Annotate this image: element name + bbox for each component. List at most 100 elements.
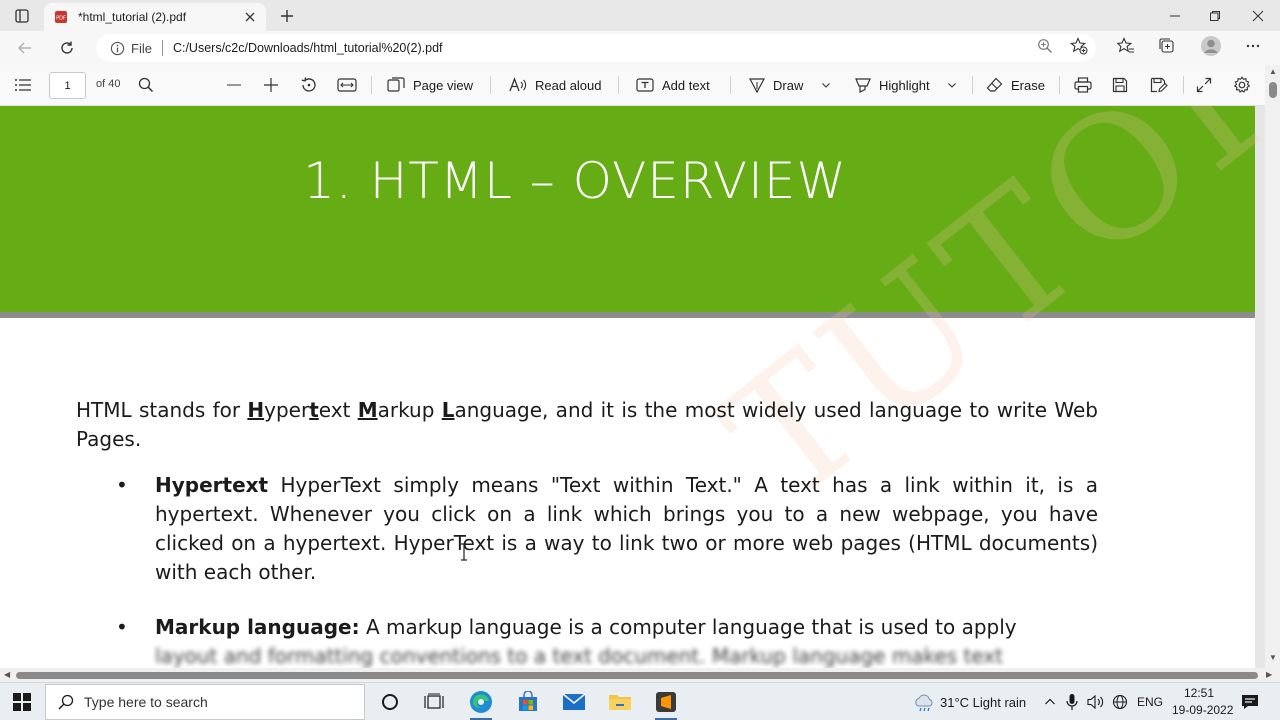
scroll-down-icon[interactable]: ▼	[1269, 653, 1277, 662]
network-globe-icon[interactable]	[1110, 690, 1130, 714]
tab-active[interactable]: PDF *html_tutorial (2).pdf	[44, 3, 266, 31]
page-view-button[interactable]: Page view	[387, 75, 473, 95]
pdf-icon: PDF	[55, 11, 67, 23]
close-tab-icon[interactable]	[242, 9, 258, 25]
highlight-button[interactable]: Highlight	[855, 75, 957, 95]
save-as-icon[interactable]	[1150, 75, 1168, 95]
save-icon[interactable]	[1112, 75, 1128, 95]
page-number-input[interactable]: 1	[49, 72, 86, 99]
chevron-down-icon[interactable]	[947, 80, 957, 90]
page-view-icon	[387, 77, 405, 92]
tab-strip: PDF *html_tutorial (2).pdf	[0, 0, 1280, 31]
page-count: of 40	[96, 78, 121, 90]
list-item: • Hypertext HyperText simply means "Text…	[76, 471, 1098, 587]
scroll-right-icon[interactable]: ▶	[1266, 670, 1272, 679]
toolbar-separator	[972, 76, 973, 94]
erase-button[interactable]: Erase	[986, 75, 1045, 95]
acronym-letter: M	[357, 398, 378, 422]
acronym-letter: t	[309, 398, 319, 422]
clock-time[interactable]: 12:51	[1184, 686, 1214, 700]
pdf-viewer[interactable]: 1. HTML – OVERVIEW TUTORIALS HTML stands…	[0, 106, 1265, 668]
search-placeholder: Type here to search	[84, 694, 208, 710]
print-icon[interactable]	[1074, 75, 1092, 95]
draw-icon	[749, 78, 765, 93]
svg-text:PDF: PDF	[56, 16, 66, 22]
task-view-icon[interactable]	[422, 690, 446, 714]
toolbar-separator	[618, 76, 619, 94]
scroll-left-icon[interactable]: ◀	[4, 670, 10, 679]
close-window-icon[interactable]	[1247, 5, 1269, 27]
sublime-text-icon[interactable]	[654, 690, 678, 714]
tab-actions-icon[interactable]	[12, 6, 32, 26]
cortana-icon[interactable]	[378, 690, 402, 714]
search-icon	[58, 694, 74, 710]
document-body: HTML stands for Hypertext Markup Languag…	[76, 396, 1098, 668]
more-options-icon[interactable]	[1244, 37, 1262, 55]
read-aloud-button[interactable]: Read aloud	[509, 75, 602, 95]
toolbar-separator	[371, 76, 372, 94]
toolbar-separator	[490, 76, 491, 94]
erase-label: Erase	[1011, 77, 1045, 93]
weather-text[interactable]: 31°C Light rain	[940, 695, 1026, 710]
weather-icon[interactable]	[912, 690, 936, 714]
minimize-icon[interactable]	[1164, 5, 1186, 27]
text-cursor-icon	[461, 543, 467, 561]
fit-width-icon[interactable]	[337, 75, 357, 95]
term-markup-language: Markup language:	[155, 615, 360, 639]
restore-icon[interactable]	[1204, 5, 1226, 27]
acronym-letter: H	[247, 398, 265, 422]
windows-start-icon[interactable]	[10, 690, 34, 714]
file-explorer-icon[interactable]	[608, 690, 632, 714]
add-text-button[interactable]: Add text	[636, 75, 710, 95]
address-bar[interactable]: File C:/Users/c2c/Downloads/html_tutoria…	[96, 34, 1096, 62]
chevron-down-icon[interactable]	[821, 80, 831, 90]
language-indicator[interactable]: ENG	[1137, 695, 1163, 709]
store-icon[interactable]	[516, 690, 540, 714]
full-screen-icon[interactable]	[1196, 75, 1212, 95]
collections-icon[interactable]	[1158, 37, 1176, 55]
intro-text: yper	[264, 398, 310, 422]
read-aloud-label: Read aloud	[535, 77, 602, 93]
horizontal-scroll-thumb[interactable]	[16, 672, 1258, 679]
intro-text: HTML stands for	[76, 398, 248, 422]
notifications-icon[interactable]	[1238, 690, 1262, 714]
page-view-label: Page view	[413, 77, 473, 93]
bullet-dot: •	[116, 473, 128, 497]
horizontal-scrollbar[interactable]: ◀ ▶	[0, 668, 1280, 682]
definition-text: A markup language is a computer language…	[359, 615, 1017, 639]
zoom-out-icon[interactable]	[226, 75, 242, 95]
intro-text: ext	[318, 398, 358, 422]
zoom-icon[interactable]	[1036, 37, 1054, 55]
rotate-icon[interactable]	[300, 75, 318, 95]
favorites-icon[interactable]	[1117, 37, 1135, 55]
zoom-in-icon[interactable]	[263, 75, 279, 95]
microphone-icon[interactable]	[1063, 690, 1081, 714]
toolbar-separator	[1059, 76, 1060, 94]
edge-browser-icon[interactable]	[469, 690, 493, 714]
clock-date[interactable]: 19-09-2022	[1172, 703, 1233, 717]
toolbar-separator	[730, 76, 731, 94]
pdf-toolbar: 1 of 40 Page view Read aloud Add text Dr…	[0, 65, 1280, 106]
profile-avatar-icon[interactable]	[1200, 35, 1222, 57]
toolbar-separator	[1183, 76, 1184, 94]
vertical-scroll-thumb[interactable]	[1269, 82, 1277, 98]
draw-button[interactable]: Draw	[749, 75, 831, 95]
taskbar-search-input[interactable]: Type here to search	[45, 684, 365, 720]
back-icon[interactable]	[14, 37, 36, 59]
vertical-scrollbar[interactable]: ▲ ▼	[1265, 65, 1280, 668]
url-text[interactable]: C:/Users/c2c/Downloads/html_tutorial%20(…	[173, 41, 443, 55]
refresh-icon[interactable]	[56, 37, 78, 59]
new-tab-icon[interactable]	[277, 6, 297, 26]
settings-gear-icon[interactable]	[1233, 75, 1251, 95]
add-text-icon	[636, 78, 654, 92]
chevron-up-icon[interactable]	[1041, 690, 1059, 714]
contents-icon[interactable]	[14, 75, 32, 95]
scroll-up-icon[interactable]: ▲	[1269, 67, 1277, 76]
mail-icon[interactable]	[562, 690, 586, 714]
volume-icon[interactable]	[1086, 690, 1106, 714]
bullet-dot: •	[116, 615, 128, 639]
add-favorite-icon[interactable]	[1070, 37, 1088, 55]
add-text-label: Add text	[662, 77, 710, 93]
info-icon[interactable]	[110, 41, 125, 56]
find-icon[interactable]	[138, 75, 154, 95]
